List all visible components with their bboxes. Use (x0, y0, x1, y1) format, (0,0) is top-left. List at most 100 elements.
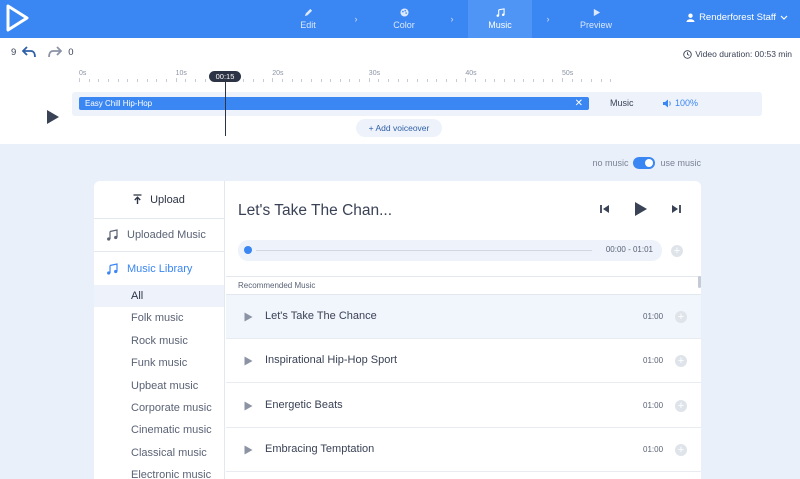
add-track-icon[interactable]: + (675, 444, 687, 456)
add-track-icon[interactable]: + (675, 355, 687, 367)
tab-music[interactable]: Music (468, 0, 532, 38)
track-duration: 01:00 (643, 445, 664, 454)
scrollbar[interactable] (698, 276, 701, 288)
ruler-tick (156, 79, 158, 82)
ruler-tick (378, 79, 380, 82)
player-progress-bar[interactable]: 00:00 - 01:01 (238, 240, 662, 261)
recommended-header: Recommended Music (226, 276, 701, 295)
sidebar-item-uploaded-music[interactable]: Uploaded Music (94, 219, 224, 252)
sidebar-item-music-library[interactable]: Music Library (94, 252, 224, 285)
upload-button[interactable]: Upload (94, 181, 224, 219)
user-menu[interactable]: Renderforest Staff (686, 12, 788, 23)
ruler-tick (88, 79, 90, 82)
use-music-switch[interactable] (633, 157, 656, 169)
ruler-tick (127, 79, 129, 82)
genre-item[interactable]: Rock music (94, 330, 224, 352)
genre-item[interactable]: Electronic music (94, 464, 224, 479)
ruler-tick (552, 79, 554, 82)
ruler-tick (291, 79, 293, 82)
ruler-tick (146, 79, 148, 82)
video-duration-text: Video duration: 00:53 min (695, 49, 792, 59)
ruler-tick (426, 79, 428, 82)
top-bar: Edit › Color › Music › Preview Renderfor… (0, 0, 800, 38)
add-music-icon[interactable]: + (671, 245, 683, 257)
tab-color[interactable]: Color (372, 0, 436, 38)
add-voiceover-label: Add voiceover (375, 123, 430, 133)
genre-item[interactable]: Cinematic music (94, 419, 224, 441)
next-track-icon[interactable] (671, 204, 681, 214)
ruler-tick (359, 79, 361, 82)
ruler-tick (320, 79, 322, 82)
redo-count: 0 (68, 46, 74, 58)
genre-item[interactable]: Corporate music (94, 397, 224, 419)
music-track-bar[interactable]: Easy Chill Hip-Hop ✕ (79, 97, 589, 110)
play-icon (593, 8, 600, 17)
add-voiceover-button[interactable]: + Add voiceover (356, 119, 442, 137)
track-play-icon[interactable] (244, 401, 253, 411)
genre-list: All Folk music Rock music Funk music Upb… (94, 285, 224, 479)
tab-edit[interactable]: Edit (276, 0, 340, 38)
ruler-tick (436, 79, 438, 82)
music-notes-icon (107, 229, 118, 241)
ruler-tick (571, 79, 573, 82)
ruler-tick (523, 79, 525, 82)
uploaded-music-label: Uploaded Music (127, 229, 206, 241)
music-library-label: Music Library (127, 262, 193, 275)
music-panel: Upload Uploaded Music Music Library All … (94, 181, 701, 479)
music-library-icon (107, 262, 118, 275)
add-track-icon[interactable]: + (675, 311, 687, 323)
ruler-tick (610, 79, 612, 82)
no-music-label: no music (592, 158, 629, 168)
progress-handle[interactable] (244, 246, 252, 254)
genre-item[interactable]: Upbeat music (94, 375, 224, 397)
timeline-ruler[interactable]: 0s 10s 20s 30s 40s 50s (79, 70, 612, 82)
track-play-icon[interactable] (244, 356, 253, 366)
ruler-label: 50s (562, 70, 574, 77)
track-row[interactable]: Let's Take The Chance 01:00 + (226, 295, 701, 339)
ruler-tick (310, 79, 312, 82)
track-duration: 01:00 (643, 356, 664, 365)
track-duration: 01:00 (643, 312, 664, 321)
ruler-tick (107, 79, 109, 82)
track-row[interactable]: Energetic Beats 01:00 + (226, 384, 701, 428)
track-play-icon[interactable] (244, 312, 253, 322)
ruler-tick (262, 79, 264, 82)
playhead-time[interactable]: 00:15 (209, 71, 241, 82)
remove-track-icon[interactable]: ✕ (575, 97, 583, 110)
ruler-label: 10s (175, 70, 187, 77)
timeline-play-icon[interactable] (46, 109, 60, 125)
tab-preview[interactable]: Preview (564, 0, 628, 38)
ruler-tick (388, 79, 390, 82)
volume-control[interactable]: 100% (662, 98, 698, 108)
ruler-tick (330, 79, 332, 82)
undo-icon[interactable] (22, 46, 37, 58)
genre-item[interactable]: Folk music (94, 307, 224, 329)
chevron-right-icon: › (546, 14, 550, 24)
history-controls: 9 0 (11, 46, 74, 58)
genre-item[interactable]: Funk music (94, 352, 224, 374)
music-main: Let's Take The Chan... 00:00 - 01:01 + R… (226, 181, 701, 479)
user-name: Renderforest Staff (699, 12, 776, 23)
music-track-name: Easy Chill Hip-Hop (85, 99, 153, 108)
previous-track-icon[interactable] (600, 204, 610, 214)
redo-icon[interactable] (48, 46, 63, 58)
logo-icon[interactable] (5, 4, 29, 32)
ruler-tick (98, 79, 100, 82)
ruler-tick (581, 79, 583, 82)
add-track-icon[interactable]: + (675, 400, 687, 412)
ruler-label: 20s (272, 70, 284, 77)
track-title: Energetic Beats (265, 399, 343, 411)
track-row[interactable]: Embracing Temptation 01:00 + (226, 428, 701, 472)
genre-item[interactable]: Classical music (94, 442, 224, 464)
track-play-icon[interactable] (244, 445, 253, 455)
ruler-tick (281, 79, 283, 82)
ruler-tick (475, 79, 477, 82)
ruler-tick (533, 79, 535, 82)
track-row[interactable]: Inspirational Hip-Hop Sport 01:00 + (226, 339, 701, 383)
ruler-tick (397, 79, 399, 82)
ruler-label: 0s (79, 70, 87, 77)
genre-item[interactable]: All (94, 285, 224, 308)
track-title: Let's Take The Chance (265, 310, 377, 322)
ruler-tick (504, 79, 506, 82)
player-play-icon[interactable] (634, 201, 648, 217)
